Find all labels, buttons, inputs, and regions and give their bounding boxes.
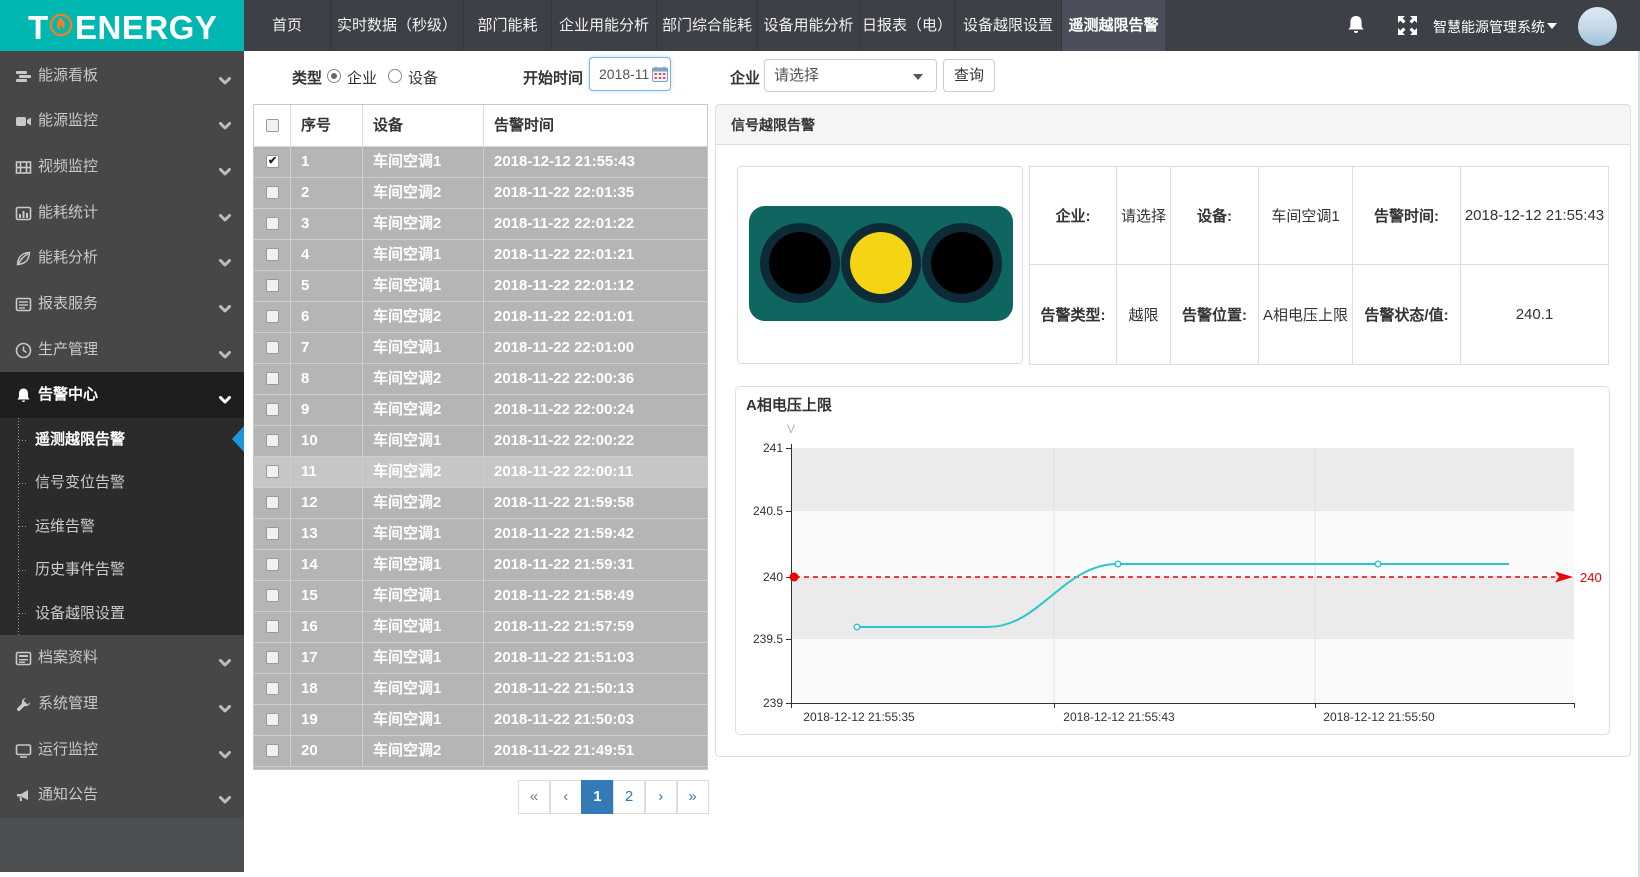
svg-text:2018-12-12 21:55:35: 2018-12-12 21:55:35 (803, 710, 915, 724)
svg-text:2018-12-12 21:55:43: 2018-12-12 21:55:43 (1063, 710, 1175, 724)
svg-text:V: V (787, 422, 795, 436)
svg-text:2018-12-12 21:55:50: 2018-12-12 21:55:50 (1323, 710, 1435, 724)
svg-text:240: 240 (763, 570, 783, 584)
svg-text:241: 241 (763, 441, 783, 455)
svg-text:239: 239 (763, 696, 783, 710)
svg-text:240.5: 240.5 (753, 504, 783, 518)
svg-text:239.5: 239.5 (753, 632, 783, 646)
svg-text:240: 240 (1580, 570, 1602, 585)
